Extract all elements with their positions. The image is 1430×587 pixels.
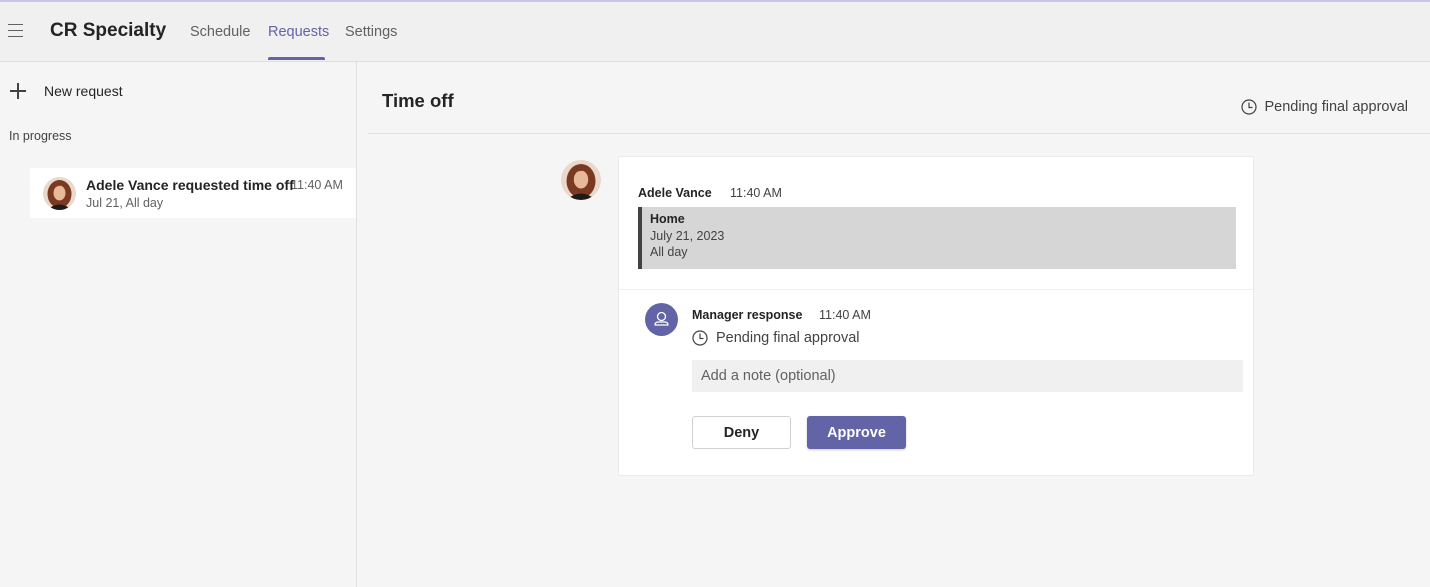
avatar — [43, 177, 76, 210]
time-off-reason: Home — [650, 212, 685, 226]
tab-requests[interactable]: Requests — [268, 24, 329, 40]
new-request-label: New request — [44, 83, 123, 99]
plus-icon — [10, 83, 26, 99]
divider — [368, 133, 1430, 134]
time-off-details: Home July 21, 2023 All day — [638, 207, 1236, 269]
sent-time: 11:40 AM — [730, 186, 782, 200]
tab-schedule[interactable]: Schedule — [190, 24, 250, 40]
tab-settings[interactable]: Settings — [345, 24, 397, 40]
avatar — [561, 160, 601, 200]
request-subtitle: Jul 21, All day — [86, 196, 164, 210]
note-input[interactable] — [692, 360, 1243, 392]
manager-status-text: Pending final approval — [716, 330, 860, 346]
manager-status: Pending final approval — [692, 330, 860, 346]
time-off-duration: All day — [650, 245, 688, 259]
request-detail-pane: Time off Pending final approval Adele Va… — [358, 62, 1430, 587]
section-label-in-progress: In progress — [9, 129, 72, 143]
active-tab-indicator — [268, 57, 325, 60]
deny-button[interactable]: Deny — [692, 416, 791, 449]
request-card: Adele Vance 11:40 AM Home July 21, 2023 … — [618, 156, 1254, 476]
manager-response-label: Manager response — [692, 308, 803, 322]
status-badge: Pending final approval — [1240, 99, 1409, 115]
clock-icon — [1240, 99, 1257, 115]
person-icon — [645, 303, 678, 336]
sender-name: Adele Vance — [638, 186, 712, 200]
status-text: Pending final approval — [1264, 99, 1409, 115]
manager-response-time: 11:40 AM — [819, 308, 871, 322]
request-time: 11:40 AM — [291, 178, 343, 192]
approve-button[interactable]: Approve — [807, 416, 906, 449]
time-off-date: July 21, 2023 — [650, 228, 725, 243]
request-list-item[interactable]: Adele Vance requested time off 11:40 AM … — [30, 168, 356, 218]
requests-sidebar: New request In progress Adele Vance requ… — [0, 62, 357, 587]
divider — [619, 289, 1253, 290]
request-title: Adele Vance requested time off — [86, 177, 294, 193]
clock-icon — [692, 330, 708, 346]
app-title: CR Specialty — [50, 20, 167, 41]
page-title: Time off — [382, 90, 454, 111]
new-request-button[interactable]: New request — [10, 80, 123, 102]
top-bar: CR Specialty Schedule Requests Settings — [0, 0, 1430, 62]
hamburger-menu-icon[interactable] — [8, 24, 23, 38]
